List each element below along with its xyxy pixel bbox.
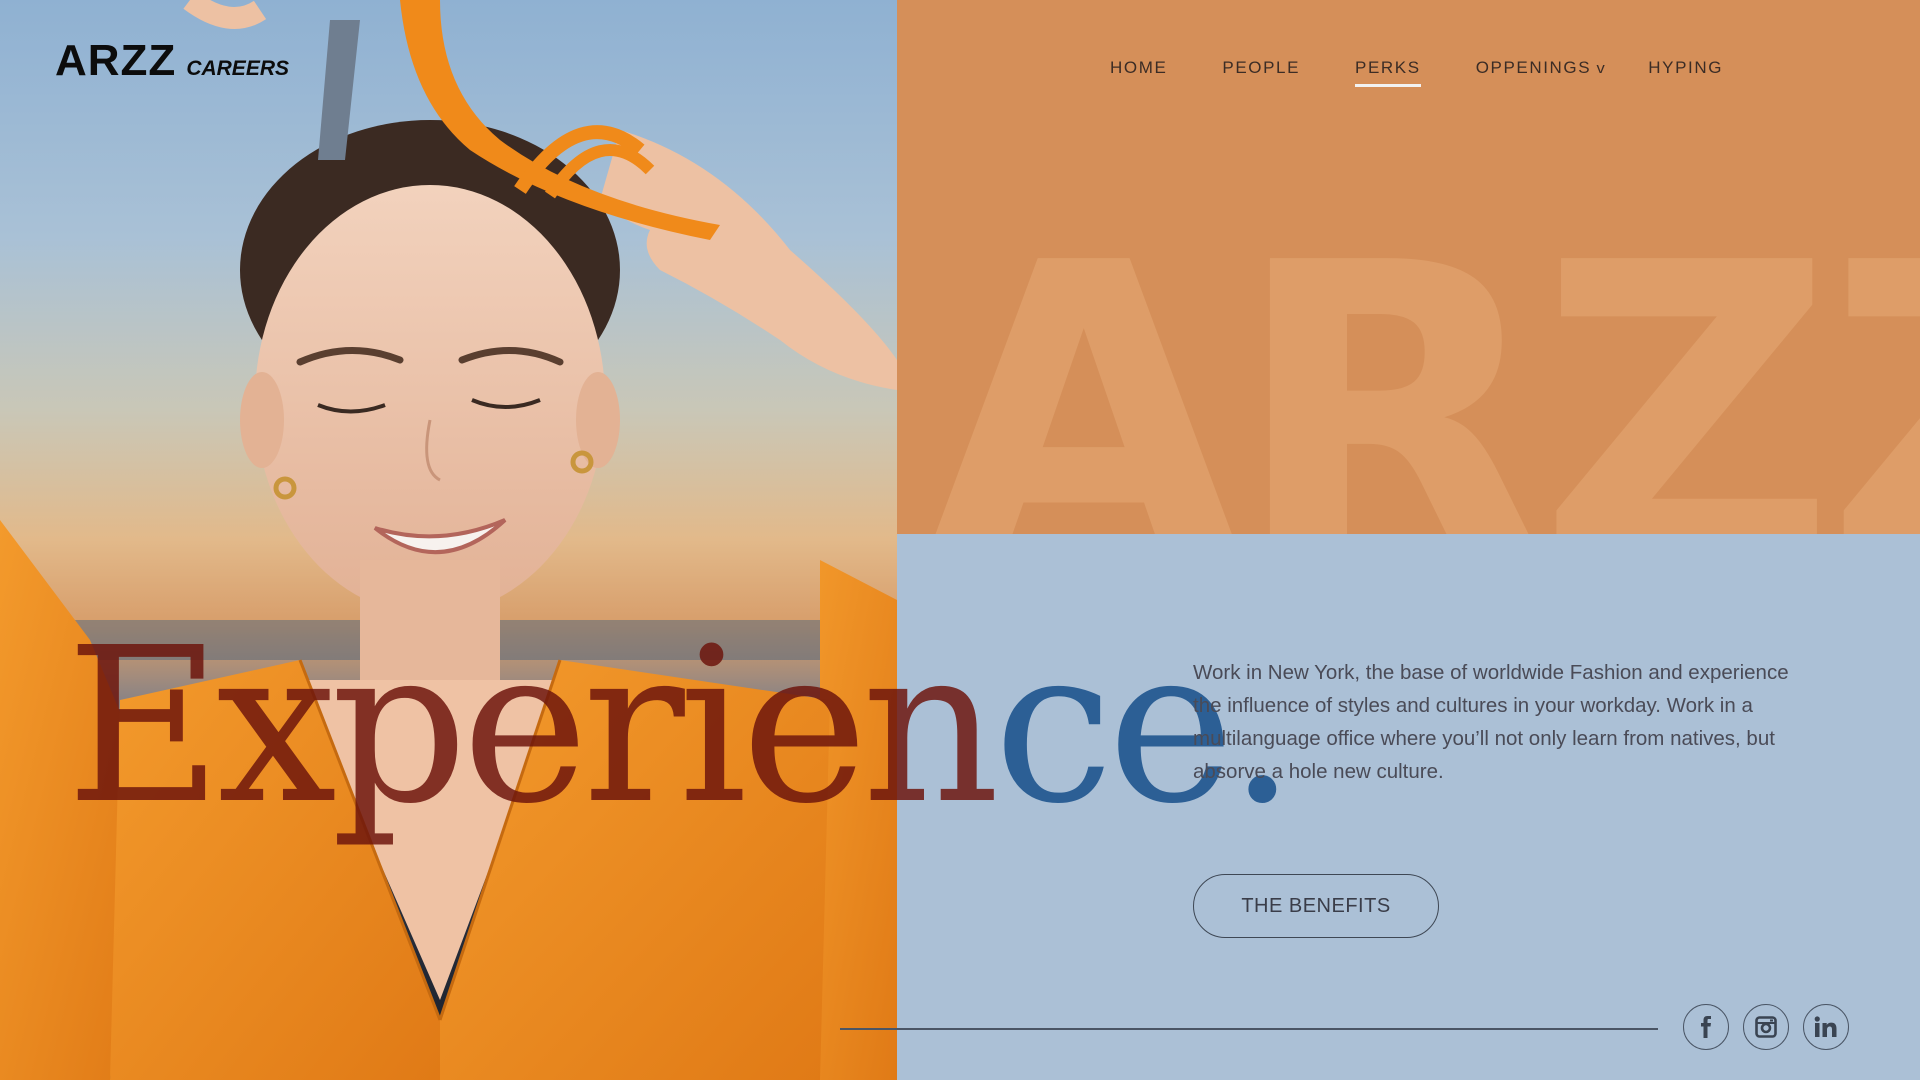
instagram-icon	[1755, 1016, 1777, 1038]
logo[interactable]: ARZZ CAREERS	[55, 36, 289, 86]
logo-mark: ARZZ	[55, 36, 177, 85]
logo-subtitle: CAREERS	[186, 57, 289, 80]
hero-headline-left: Experien	[66, 602, 1000, 851]
linkedin-icon	[1814, 1016, 1837, 1037]
hero-photo-illustration	[0, 0, 897, 1080]
nav-item-hyping[interactable]: HYPING	[1648, 58, 1723, 78]
nav-item-oppenings[interactable]: OPPENINGS v	[1476, 58, 1607, 78]
nav-item-people[interactable]: PEOPLE	[1222, 58, 1300, 78]
hero-photo	[0, 0, 897, 1080]
nav-item-oppenings-label: OPPENINGS	[1475, 58, 1592, 77]
footer-divider	[840, 1028, 1658, 1030]
nav-item-perks[interactable]: PERKS	[1355, 58, 1421, 87]
nav-item-home[interactable]: HOME	[1110, 58, 1167, 78]
facebook-link[interactable]	[1683, 1004, 1729, 1050]
hero-headline: Experience.	[66, 620, 1296, 834]
orange-panel: ARZZ	[897, 0, 1920, 534]
chevron-down-icon: v	[1596, 60, 1607, 77]
the-benefits-button[interactable]: THE BENEFITS	[1193, 874, 1439, 938]
brand-watermark: ARZZ	[925, 176, 1920, 534]
social-links	[1683, 1004, 1849, 1050]
instagram-link[interactable]	[1743, 1004, 1789, 1050]
hero-description: Work in New York, the base of worldwide …	[1193, 661, 1789, 783]
linkedin-link[interactable]	[1803, 1004, 1849, 1050]
facebook-icon	[1701, 1016, 1711, 1038]
main-nav: HOME PEOPLE PERKS OPPENINGS v HYPING	[1110, 58, 1723, 87]
